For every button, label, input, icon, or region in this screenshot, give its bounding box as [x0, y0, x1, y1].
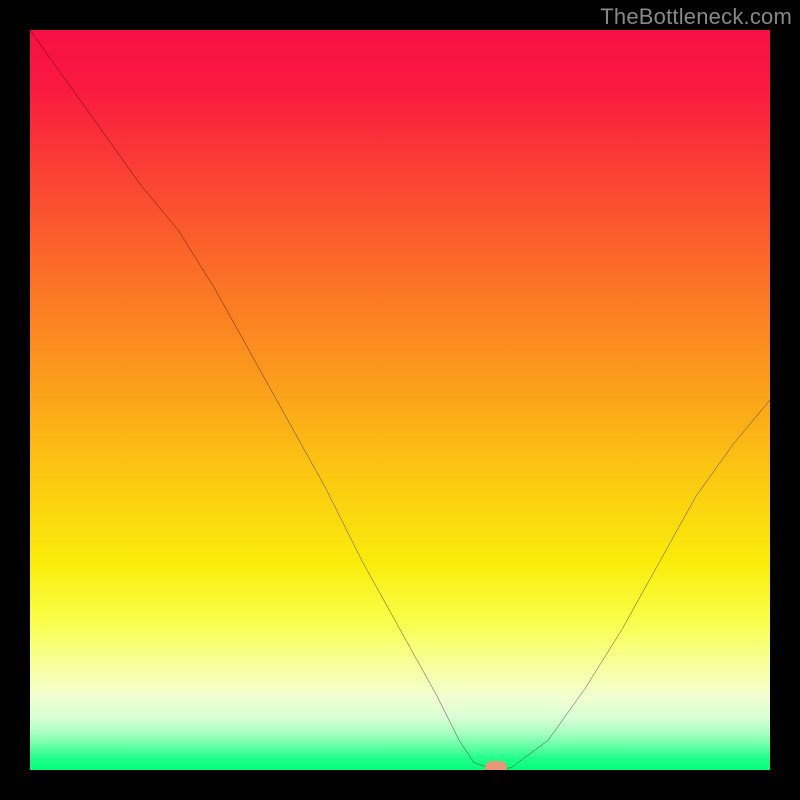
plot-area: [30, 30, 770, 770]
watermark-text: TheBottleneck.com: [600, 4, 792, 30]
chart-outer: { "watermark": "TheBottleneck.com", "cha…: [0, 0, 800, 800]
bottleneck-curve: [30, 30, 770, 770]
curve-path: [30, 30, 770, 769]
bottleneck-marker: [485, 761, 507, 770]
